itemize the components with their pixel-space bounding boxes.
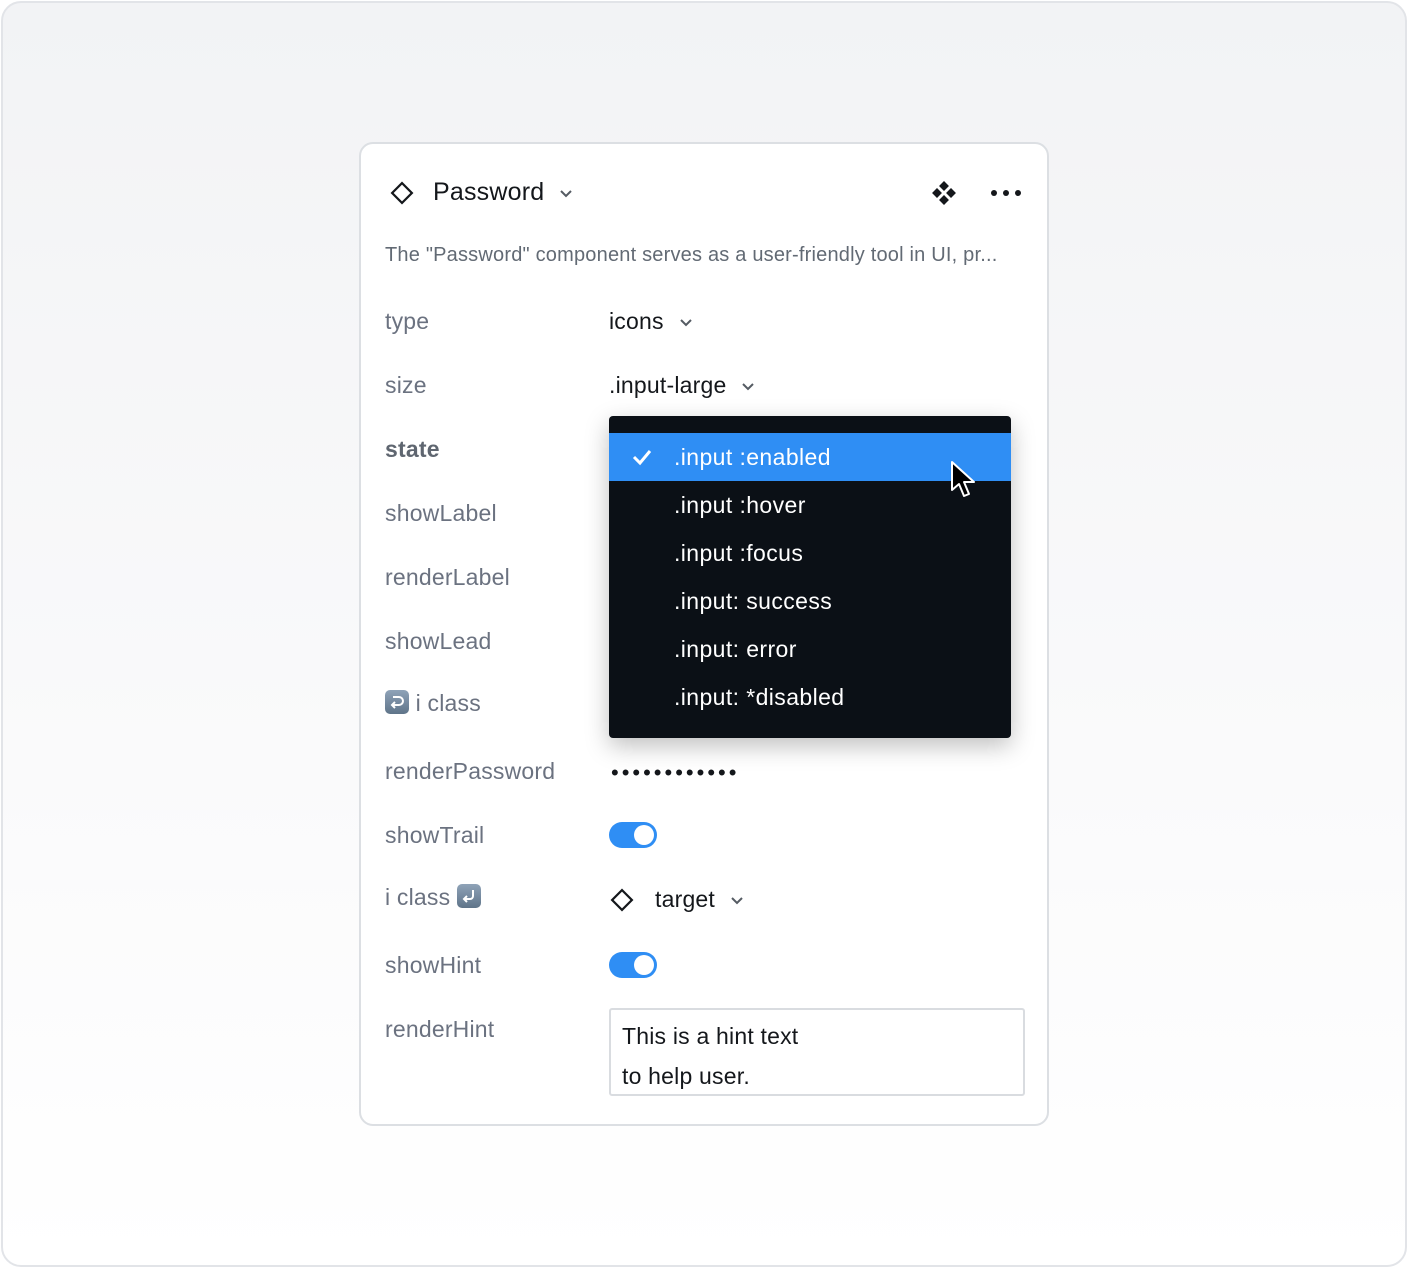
component-title[interactable]: Password	[433, 178, 544, 207]
dropdown-item-label: .input: success	[674, 587, 833, 614]
panel-header: Password	[361, 144, 1047, 240]
return-arrow-icon	[456, 884, 481, 908]
dropdown-item-label: .input :enabled	[674, 443, 831, 470]
checkmark-icon	[632, 450, 652, 466]
password-value[interactable]: ••••••••••••	[611, 760, 739, 786]
prop-label-showlead: showLead	[385, 628, 492, 654]
mouse-pointer-icon	[951, 461, 975, 497]
showhint-toggle[interactable]	[609, 952, 657, 978]
component-description: The "Password" component serves as a use…	[385, 244, 998, 266]
prop-label-state: state	[385, 436, 440, 462]
chevron-down-icon	[742, 382, 755, 390]
diamond-outline-icon	[610, 888, 634, 911]
chevron-down-icon[interactable]	[557, 184, 575, 202]
prop-label-showlabel: showLabel	[385, 500, 497, 526]
more-horizontal-icon[interactable]	[989, 176, 1023, 210]
chevron-down-icon	[731, 896, 743, 904]
dropdown-item-label: .input: *disabled	[674, 683, 845, 710]
prop-label-showhint: showHint	[385, 952, 482, 978]
component-instance-icon[interactable]	[927, 176, 961, 210]
prop-label-type: type	[385, 308, 430, 334]
dropdown-item-disabled[interactable]: .input: *disabled	[609, 673, 1011, 721]
size-select[interactable]: .input-large	[609, 372, 756, 399]
prop-label-renderhint: renderHint	[385, 1016, 495, 1042]
hint-line: to help user.	[622, 1063, 750, 1089]
showtrail-toggle[interactable]	[609, 822, 657, 848]
dropdown-item-focus[interactable]: .input :focus	[609, 529, 1011, 577]
dropdown-item-success[interactable]: .input: success	[609, 577, 1011, 625]
arrow-right-hook-icon	[385, 690, 409, 714]
trail-class-label: i class	[385, 884, 451, 910]
toggle-knob	[634, 825, 654, 845]
render-hint-textarea[interactable]: This is a hint text to help user.	[609, 1008, 1025, 1096]
prop-label-renderpassword: renderPassword	[385, 758, 556, 784]
dropdown-item-label: .input :focus	[674, 539, 804, 566]
type-select[interactable]: icons	[609, 308, 694, 335]
prop-label-lead-class: i class	[385, 690, 481, 717]
toggle-knob	[634, 955, 654, 975]
chevron-down-icon	[679, 318, 692, 326]
trail-class-select[interactable]: target	[609, 886, 745, 913]
diamond-outline-icon	[390, 181, 414, 205]
lead-class-label: i class	[415, 690, 481, 716]
prop-label-trail-class: i class	[385, 884, 481, 911]
size-value: .input-large	[609, 372, 727, 398]
type-value: icons	[609, 308, 664, 334]
hint-line: This is a hint text	[622, 1023, 799, 1049]
dropdown-item-label: .input: error	[674, 635, 797, 662]
dropdown-item-error[interactable]: .input: error	[609, 625, 1011, 673]
prop-label-size: size	[385, 372, 427, 398]
prop-label-renderlabel: renderLabel	[385, 564, 510, 590]
trail-class-value: target	[655, 886, 716, 912]
prop-label-showtrail: showTrail	[385, 822, 485, 848]
dropdown-item-label: .input :hover	[674, 491, 806, 518]
